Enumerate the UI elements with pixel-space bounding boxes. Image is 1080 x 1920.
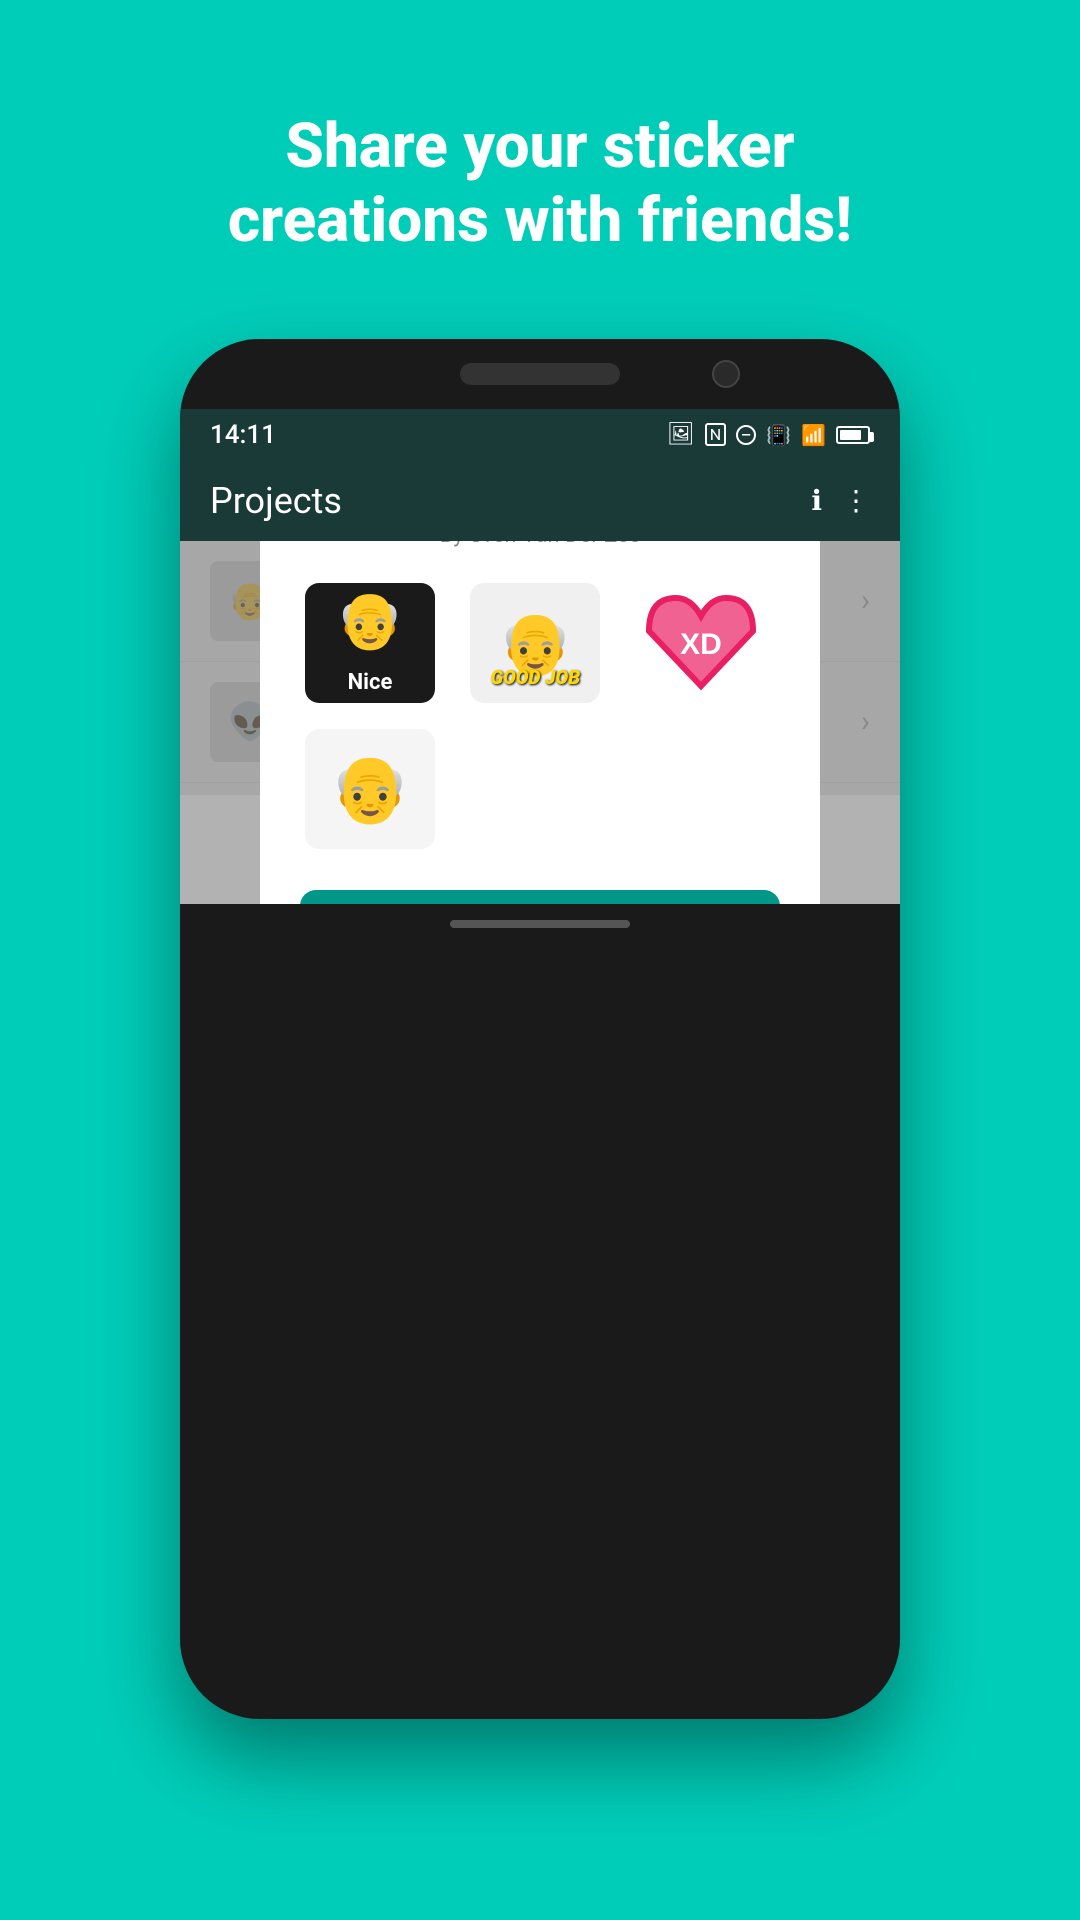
toolbar-title: Projects xyxy=(210,480,342,522)
sticker-cell-xd: XD xyxy=(631,578,771,708)
headline-line2: creations with friends! xyxy=(228,184,852,257)
sticker-goodjob: GOOD JOB xyxy=(470,583,600,703)
sticker-cell-face: 👴 xyxy=(300,724,440,854)
sticker-grid: Nice GOOD JOB xyxy=(300,578,780,854)
modal-header: Nice ayy lmao By Sven Van Der Zee xyxy=(300,541,780,549)
screen-content: 👴 👴 👴 xyxy=(180,541,900,904)
sticker-cell-goodjob: GOOD JOB xyxy=(465,578,605,708)
info-icon[interactable]: ℹ xyxy=(811,484,822,517)
toolbar-action-icons: ℹ ⋮ xyxy=(811,484,870,517)
nfc-icon: N xyxy=(705,423,726,446)
minus-circle-icon: − xyxy=(736,425,756,445)
phone-notch xyxy=(180,339,900,409)
headline-line1: Share your sticker xyxy=(285,110,794,183)
phone-speaker xyxy=(460,363,620,385)
hero-headline: Share your sticker creations with friend… xyxy=(148,110,932,259)
battery-icon xyxy=(836,426,870,444)
app-toolbar: Projects ℹ ⋮ xyxy=(180,461,900,541)
sticker-face: 👴 xyxy=(305,729,435,849)
modal-overlay: Nice ayy lmao By Sven Van Der Zee Nice xyxy=(180,541,900,904)
status-bar: 14:11 🖼 N − 📳 📶 xyxy=(180,409,900,461)
sticker-nice: Nice xyxy=(305,583,435,703)
download-button[interactable]: Download xyxy=(300,890,780,904)
phone-mockup: 14:11 🖼 N − 📳 📶 Projects ℹ ⋮ xyxy=(180,339,900,1719)
sticker-pack-modal: Nice ayy lmao By Sven Van Der Zee Nice xyxy=(260,541,820,904)
gallery-icon: 🖼 xyxy=(667,422,695,447)
more-options-icon[interactable]: ⋮ xyxy=(842,484,870,517)
home-indicator xyxy=(450,920,630,928)
sticker-nice-label: Nice xyxy=(348,670,393,695)
signal-icon: 📶 xyxy=(801,423,826,447)
status-time: 14:11 xyxy=(210,420,276,450)
sticker-cell-nice: Nice xyxy=(300,578,440,708)
sticker-xd: XD xyxy=(641,586,761,701)
status-icons: 🖼 N − 📳 📶 xyxy=(667,422,870,447)
phone-camera xyxy=(712,360,740,388)
sticker-goodjob-label: GOOD JOB xyxy=(491,666,581,689)
svg-text:XD: XD xyxy=(680,628,722,661)
modal-pack-author: By Sven Van Der Zee xyxy=(440,541,641,549)
vibrate-icon: 📳 xyxy=(766,423,791,447)
phone-bottom-bar xyxy=(180,904,900,944)
